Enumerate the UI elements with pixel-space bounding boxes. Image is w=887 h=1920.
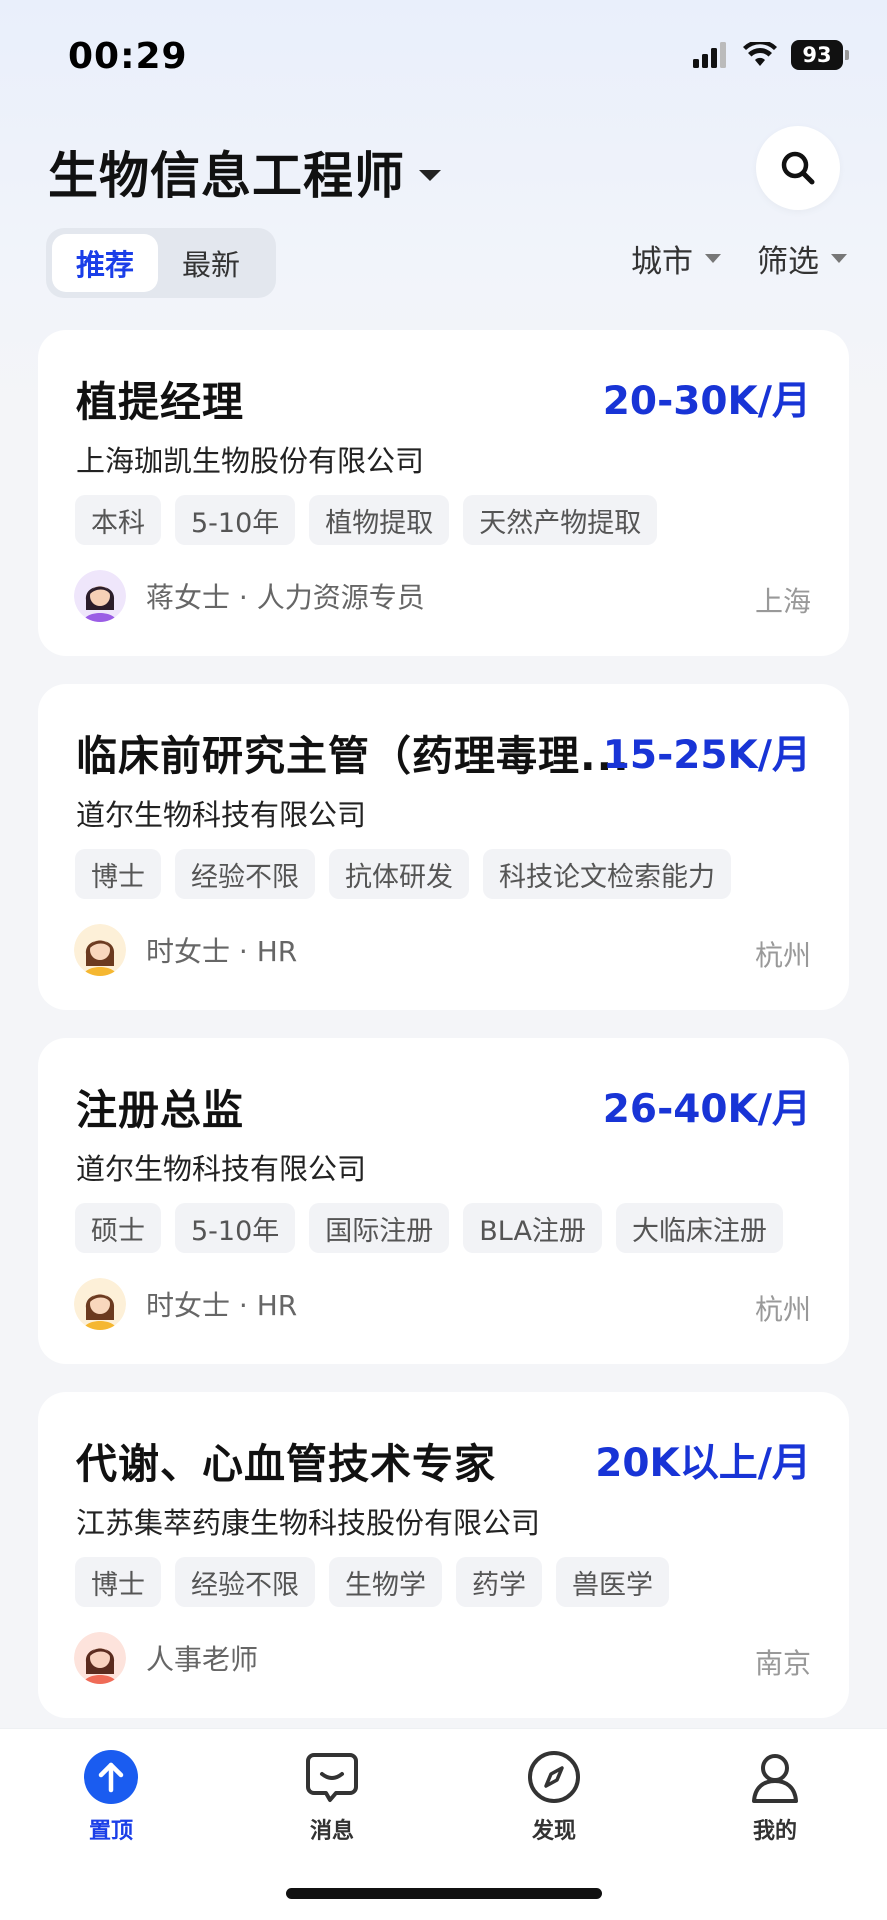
tab-label: 我的 bbox=[752, 1819, 797, 1844]
job-tag: 大临床注册 bbox=[615, 1203, 783, 1253]
job-tags: 本科 5-10年 植物提取 天然产物提取 bbox=[75, 495, 658, 545]
chat-bubble-icon bbox=[306, 1753, 358, 1802]
screen-filter[interactable]: 筛选 bbox=[757, 236, 847, 281]
avatar bbox=[74, 924, 126, 976]
tab-label: 置顶 bbox=[88, 1819, 133, 1844]
status-bar: 00:29 93 bbox=[0, 0, 887, 110]
job-tag: 抗体研发 bbox=[329, 849, 469, 899]
city-filter[interactable]: 城市 bbox=[631, 236, 721, 281]
job-title: 代谢、心血管技术专家 bbox=[76, 1440, 496, 1488]
job-title: 临床前研究主管（药理毒理... bbox=[76, 732, 630, 780]
company-name: 道尔生物科技有限公司 bbox=[76, 798, 367, 832]
search-button[interactable] bbox=[756, 126, 840, 210]
company-name: 上海珈凯生物股份有限公司 bbox=[76, 444, 425, 478]
person-icon bbox=[752, 1754, 798, 1803]
status-time: 00:29 bbox=[68, 36, 188, 77]
job-card[interactable]: 注册总监 26-40K/月 道尔生物科技有限公司 硕士 5-10年 国际注册 B… bbox=[38, 1038, 849, 1364]
job-city: 杭州 bbox=[754, 939, 811, 972]
status-icons: 93 bbox=[693, 40, 849, 70]
signal-icon bbox=[693, 42, 726, 68]
job-tags: 博士 经验不限 抗体研发 科技论文检索能力 bbox=[75, 849, 731, 899]
tab-label: 发现 bbox=[531, 1819, 576, 1844]
job-tag: 国际注册 bbox=[309, 1203, 450, 1253]
job-keyword-selector[interactable]: 生物信息工程师 bbox=[48, 136, 441, 208]
job-tag: 5-10年 bbox=[175, 495, 296, 545]
caret-down-icon bbox=[419, 169, 441, 181]
search-icon bbox=[781, 151, 815, 185]
job-salary: 26-40K/月 bbox=[602, 1087, 811, 1132]
tab-profile[interactable]: 我的 bbox=[715, 1749, 835, 1845]
job-tag: 药学 bbox=[456, 1557, 542, 1607]
screen-filter-label: 筛选 bbox=[757, 244, 819, 280]
job-tag: 天然产物提取 bbox=[463, 495, 658, 545]
recruiter-info: 蒋女士 · 人力资源专员 bbox=[74, 570, 425, 622]
sort-tabs: 推荐 最新 bbox=[46, 228, 276, 298]
job-tag: 博士 bbox=[75, 1557, 161, 1607]
job-tag: 经验不限 bbox=[175, 849, 315, 899]
company-name: 道尔生物科技有限公司 bbox=[76, 1152, 367, 1186]
recruiter-name: 时女士 · HR bbox=[146, 935, 298, 968]
job-title: 植提经理 bbox=[76, 378, 244, 426]
job-tag: 科技论文检索能力 bbox=[483, 849, 731, 899]
job-card[interactable]: 代谢、心血管技术专家 20K以上/月 江苏集萃药康生物科技股份有限公司 博士 经… bbox=[38, 1392, 849, 1718]
tab-messages[interactable]: 消息 bbox=[272, 1749, 392, 1845]
avatar bbox=[74, 1632, 126, 1684]
job-salary: 20-30K/月 bbox=[602, 379, 811, 424]
caret-down-icon bbox=[831, 254, 847, 263]
job-tag: 兽医学 bbox=[556, 1557, 669, 1607]
job-tag: BLA注册 bbox=[463, 1203, 602, 1253]
tab-discover[interactable]: 发现 bbox=[494, 1749, 614, 1845]
wifi-icon bbox=[743, 42, 777, 66]
tab-recommended[interactable]: 推荐 bbox=[52, 234, 158, 292]
avatar bbox=[74, 1278, 126, 1330]
compass-icon bbox=[528, 1751, 580, 1803]
recruiter-name: 蒋女士 · 人力资源专员 bbox=[146, 581, 425, 614]
avatar bbox=[74, 570, 126, 622]
job-tags: 博士 经验不限 生物学 药学 兽医学 bbox=[75, 1557, 669, 1607]
job-card[interactable]: 临床前研究主管（药理毒理... 15-25K/月 道尔生物科技有限公司 博士 经… bbox=[38, 684, 849, 1010]
filters: 城市 筛选 bbox=[631, 236, 847, 281]
page-title: 生物信息工程师 bbox=[48, 147, 405, 205]
job-tags: 硕士 5-10年 国际注册 BLA注册 大临床注册 bbox=[75, 1203, 783, 1253]
job-tag: 博士 bbox=[75, 849, 161, 899]
tab-pin-top[interactable]: 置顶 bbox=[51, 1749, 171, 1845]
job-card[interactable]: 植提经理 20-30K/月 上海珈凯生物股份有限公司 本科 5-10年 植物提取… bbox=[38, 330, 849, 656]
job-city: 杭州 bbox=[754, 1293, 811, 1326]
job-salary: 15-25K/月 bbox=[602, 733, 811, 778]
job-tag: 经验不限 bbox=[175, 1557, 315, 1607]
job-tag: 本科 bbox=[75, 495, 161, 545]
recruiter-info: 人事老师 bbox=[74, 1632, 258, 1684]
arrow-up-circle-icon bbox=[84, 1750, 138, 1804]
job-city: 上海 bbox=[754, 585, 811, 618]
job-tag: 硕士 bbox=[75, 1203, 161, 1253]
recruiter-info: 时女士 · HR bbox=[74, 1278, 297, 1330]
job-tag: 5-10年 bbox=[175, 1203, 296, 1253]
recruiter-name: 人事老师 bbox=[146, 1643, 259, 1676]
job-city: 南京 bbox=[754, 1647, 811, 1680]
recruiter-info: 时女士 · HR bbox=[74, 924, 297, 976]
tab-latest[interactable]: 最新 bbox=[158, 234, 264, 292]
job-title: 注册总监 bbox=[76, 1086, 244, 1134]
company-name: 江苏集萃药康生物科技股份有限公司 bbox=[76, 1506, 541, 1540]
job-salary: 20K以上/月 bbox=[595, 1441, 811, 1486]
job-tag: 生物学 bbox=[329, 1557, 442, 1607]
city-filter-label: 城市 bbox=[631, 244, 693, 280]
recruiter-name: 时女士 · HR bbox=[146, 1289, 298, 1322]
job-tag: 植物提取 bbox=[309, 495, 450, 545]
tab-label: 消息 bbox=[309, 1819, 354, 1844]
home-indicator bbox=[286, 1888, 602, 1899]
caret-down-icon bbox=[705, 254, 721, 263]
battery-indicator: 93 bbox=[791, 40, 849, 70]
